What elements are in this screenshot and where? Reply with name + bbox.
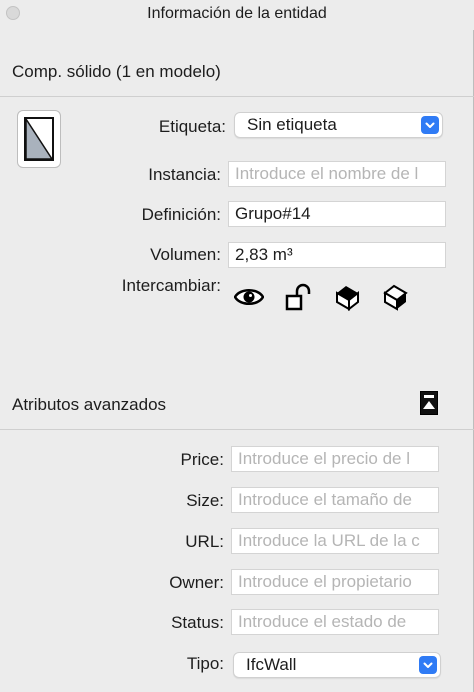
url-label: URL: xyxy=(185,532,224,551)
volumen-field: 2,83 m³ xyxy=(228,242,446,268)
volumen-label: Volumen: xyxy=(150,245,221,264)
advanced-heading: Atributos avanzados xyxy=(12,395,167,414)
definicion-label: Definición: xyxy=(141,205,221,224)
chevron-down-icon xyxy=(421,116,439,134)
tipo-select[interactable]: IfcWall xyxy=(233,652,441,678)
cast-shadows-icon[interactable] xyxy=(381,283,411,311)
instancia-label: Instancia: xyxy=(148,165,221,184)
owner-label: Owner: xyxy=(169,573,224,592)
instancia-input[interactable]: Introduce el nombre de l xyxy=(228,161,446,187)
window-title: Información de la entidad xyxy=(147,5,327,22)
price-input[interactable]: Introduce el precio de l xyxy=(231,446,439,472)
entity-divider xyxy=(0,96,474,97)
tipo-label: Tipo: xyxy=(186,654,224,673)
receive-shadows-icon[interactable] xyxy=(333,283,363,312)
collapse-toggle-button[interactable] xyxy=(420,391,438,415)
entity-heading: Comp. sólido (1 en modelo) xyxy=(12,62,221,81)
owner-input[interactable]: Introduce el propietario xyxy=(231,569,439,595)
status-input[interactable]: Introduce el estado de xyxy=(231,609,439,635)
etiqueta-value: Sin etiqueta xyxy=(247,115,337,134)
advanced-divider xyxy=(0,429,474,430)
tipo-value: IfcWall xyxy=(246,655,297,674)
definicion-input[interactable]: Grupo#14 xyxy=(228,201,446,227)
lock-icon[interactable] xyxy=(284,283,314,311)
etiqueta-select[interactable]: Sin etiqueta xyxy=(234,112,443,138)
chevron-down-icon xyxy=(419,656,437,674)
entity-thumbnail xyxy=(17,110,61,168)
size-label: Size: xyxy=(186,491,224,510)
url-input[interactable]: Introduce la URL de la c xyxy=(231,528,439,554)
price-label: Price: xyxy=(180,450,224,469)
intercambiar-label: Intercambiar: xyxy=(121,276,221,295)
etiqueta-label: Etiqueta: xyxy=(158,117,226,136)
title-bar: Información de la entidad xyxy=(0,0,474,30)
eye-icon[interactable] xyxy=(233,283,265,311)
size-input[interactable]: Introduce el tamaño de xyxy=(231,487,439,513)
solid-thumbnail-icon xyxy=(24,117,54,161)
collapse-icon xyxy=(423,395,435,409)
status-label: Status: xyxy=(171,613,224,632)
